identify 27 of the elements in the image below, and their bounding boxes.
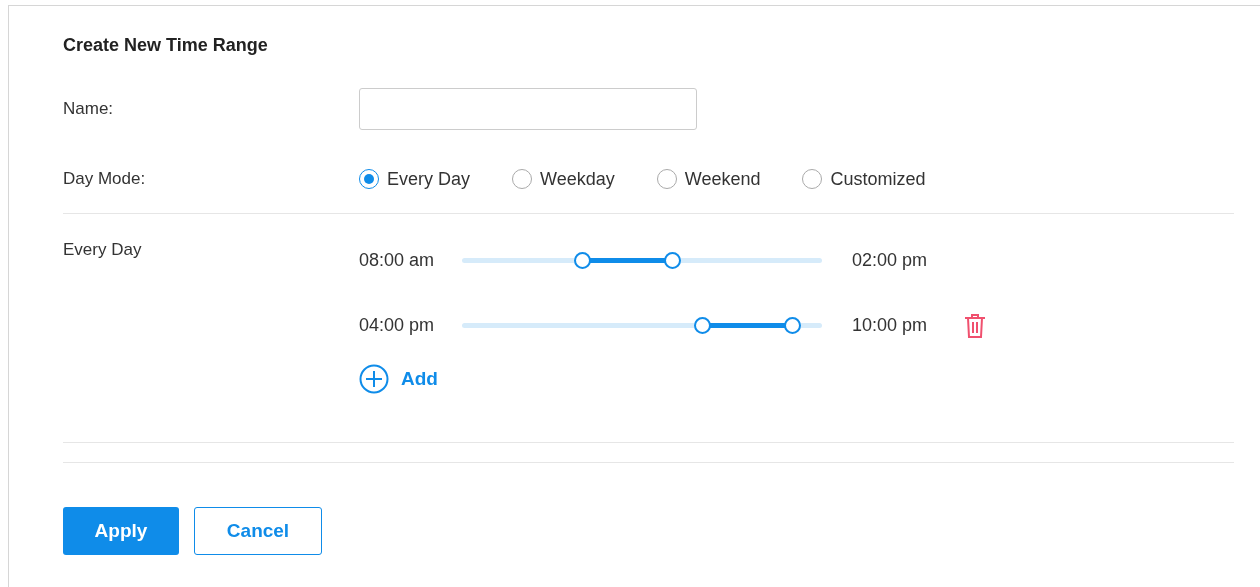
name-input[interactable]	[359, 88, 697, 130]
plus-circle-icon	[359, 364, 389, 394]
end-time: 02:00 pm	[852, 250, 929, 271]
cancel-button[interactable]: Cancel	[194, 507, 322, 555]
radio-option[interactable]: Every Day	[359, 168, 471, 190]
trash-icon	[964, 312, 986, 339]
radio-option[interactable]: Weekend	[656, 168, 761, 190]
radio-label: Customized	[830, 168, 926, 190]
schedule-label: Every Day	[63, 240, 143, 261]
radio-label: Weekend	[684, 168, 761, 190]
radio-option[interactable]: Weekday	[512, 168, 615, 190]
field-label: Day Mode:	[63, 169, 147, 189]
radio-option[interactable]: Customized	[802, 168, 926, 190]
delete-button[interactable]	[964, 312, 986, 339]
end-time: 10:00 pm	[852, 315, 929, 336]
radio-label: Every Day	[387, 168, 471, 190]
slider-handle[interactable]	[784, 317, 802, 334]
field-label: Name:	[63, 99, 115, 119]
slider-handle[interactable]	[663, 252, 681, 269]
form-title: Create New Time Range	[63, 34, 269, 57]
slider-handle[interactable]	[573, 252, 591, 269]
radio-label: Weekday	[540, 168, 615, 190]
apply-button[interactable]: Apply	[63, 507, 179, 555]
slider-handle[interactable]	[694, 317, 712, 334]
start-time: 08:00 am	[359, 250, 436, 271]
add-button[interactable]: Add	[359, 364, 986, 394]
start-time: 04:00 pm	[359, 315, 436, 336]
